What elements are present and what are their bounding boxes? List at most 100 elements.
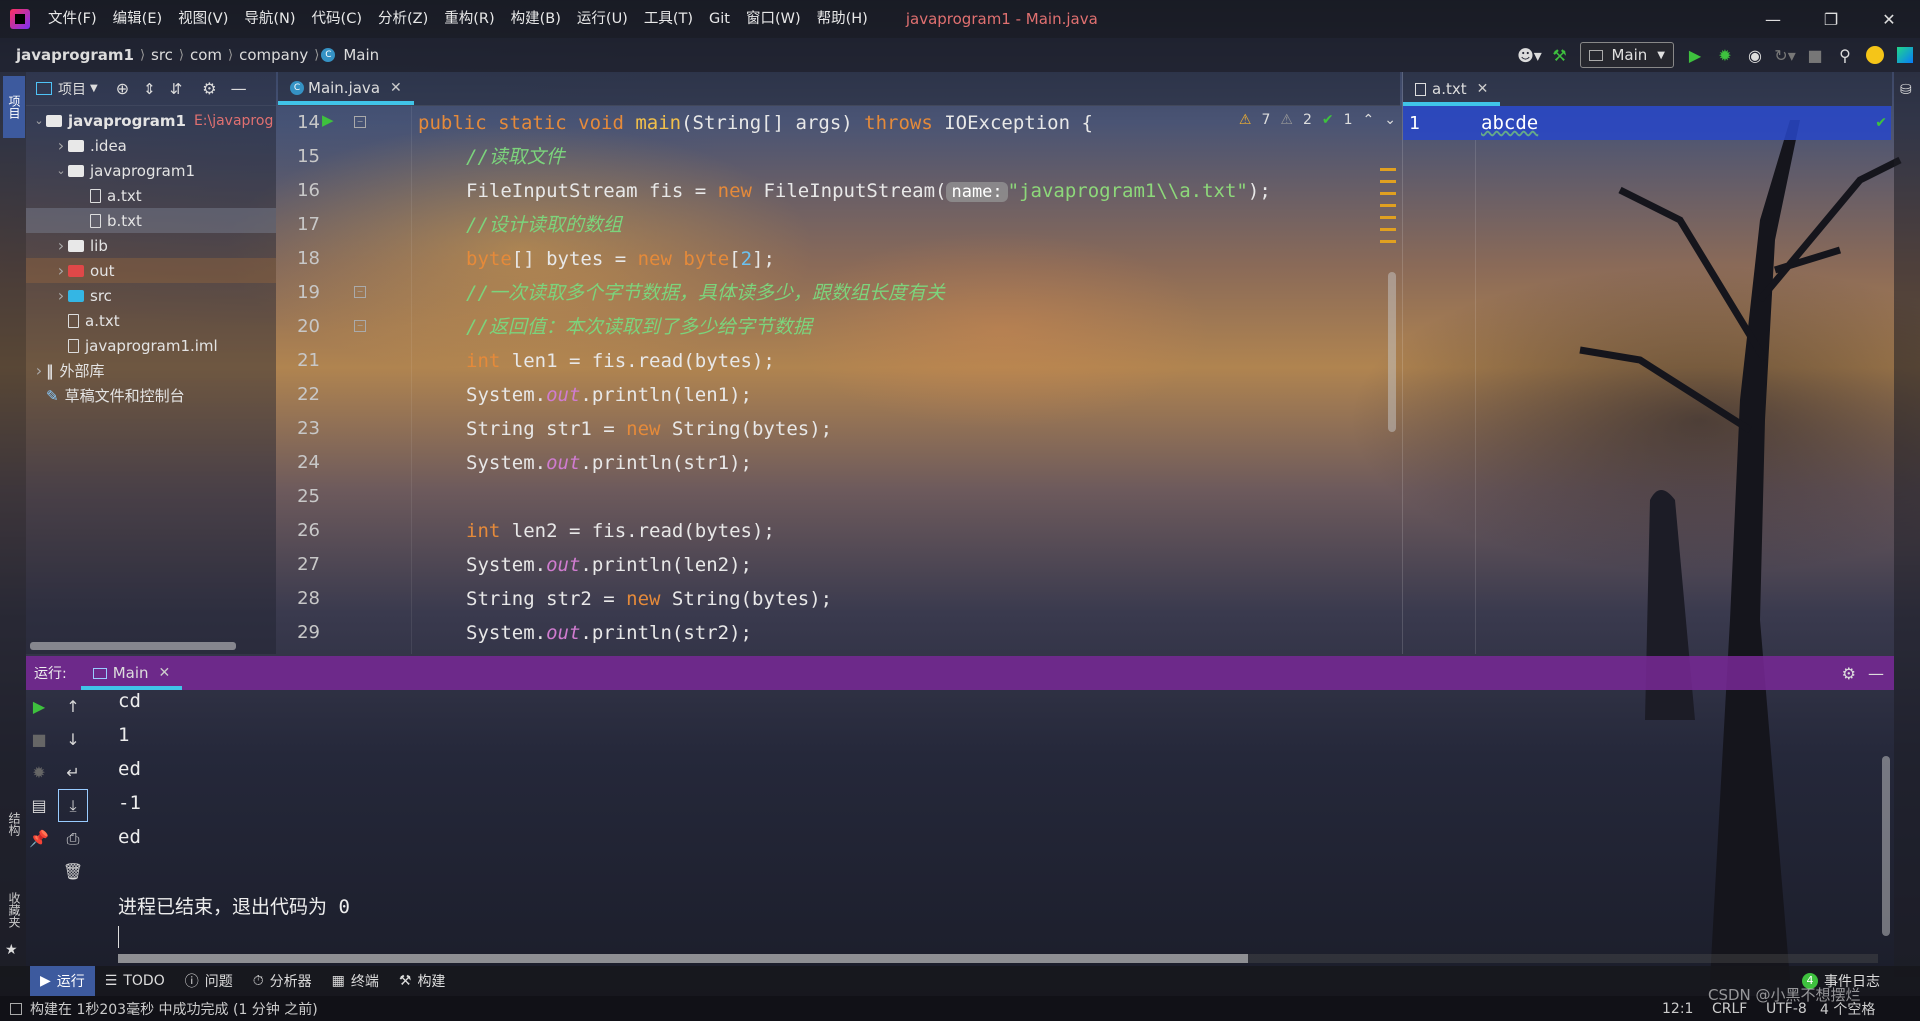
intellij-logo-icon[interactable] — [10, 9, 30, 29]
menu-tools[interactable]: 工具(T) — [636, 0, 701, 38]
console-output[interactable]: cd 1 ed -1 ed 进程已结束，退出代码为 0 — [118, 690, 1878, 950]
favorites-tool-button[interactable]: 收藏夹 — [3, 892, 23, 928]
breadcrumb-project[interactable]: javaprogram1 — [12, 46, 138, 64]
coverage-icon[interactable]: ◉ — [1740, 40, 1770, 70]
run-icon[interactable]: ▶ — [1680, 40, 1710, 70]
tree-horizontal-scrollbar[interactable] — [30, 642, 236, 650]
tree-item[interactable]: ⌄ javaprogram1 — [26, 158, 276, 183]
tree-item[interactable]: › out — [26, 258, 276, 283]
tree-item[interactable]: a.txt — [26, 183, 276, 208]
inspection-widget[interactable]: ⚠ 7 ⚠ 2 ✔ 1 ⌃ ⌄ — [1239, 112, 1396, 128]
close-tab-icon[interactable]: ✕ — [1477, 81, 1489, 97]
toolwindow-todo[interactable]: ☰ TODO — [95, 966, 175, 996]
layout-icon[interactable]: ▤ — [24, 789, 54, 822]
project-tool-button[interactable]: 项目 — [3, 76, 25, 138]
restore-icon[interactable]: ❐ — [1808, 0, 1854, 38]
search-icon[interactable]: ⚲ — [1830, 40, 1860, 70]
toolwindow-problems[interactable]: ⓘ 问题 — [175, 966, 243, 996]
fold-icon[interactable]: − — [354, 320, 366, 332]
chevron-up-icon[interactable]: ⌃ — [1363, 112, 1375, 128]
toolwindow-run[interactable]: ▶ 运行 — [30, 966, 95, 996]
arrow-down-icon[interactable]: ↓ — [58, 723, 88, 756]
chevron-right-icon[interactable]: › — [54, 286, 68, 305]
tree-item[interactable]: › ‖ 外部库 — [26, 358, 276, 383]
tree-item[interactable]: javaprogram1.iml — [26, 333, 276, 358]
menu-window[interactable]: 窗口(W) — [738, 0, 809, 38]
scroll-to-end-icon[interactable]: ⤓ — [58, 789, 88, 822]
tree-item[interactable]: b.txt — [26, 208, 276, 233]
menu-build[interactable]: 构建(B) — [503, 0, 569, 38]
tree-item[interactable]: › .idea — [26, 133, 276, 158]
database-icon[interactable]: ⛁ — [1900, 82, 1912, 98]
layout-toggle-icon[interactable] — [10, 1002, 22, 1015]
profile-icon[interactable]: ↻▾ — [1770, 40, 1800, 70]
console-horizontal-scrollbar[interactable] — [118, 954, 1878, 963]
chevron-right-icon[interactable]: › — [54, 236, 68, 255]
fold-icon[interactable]: − — [354, 286, 366, 298]
toolwindow-profiler[interactable]: ⏱ 分析器 — [243, 966, 322, 996]
menu-file[interactable]: 文件(F) — [40, 0, 105, 38]
hide-icon[interactable]: — — [231, 79, 247, 98]
tab-main-java[interactable]: C Main.java ✕ — [278, 71, 414, 105]
code-area[interactable]: public static void main(String[] args) t… — [418, 106, 1388, 654]
minimize-icon[interactable]: — — [1750, 0, 1796, 38]
stop-icon[interactable]: ■ — [24, 723, 54, 756]
tree-item[interactable]: ✎ 草稿文件和控制台 — [26, 383, 276, 408]
updates-icon[interactable] — [1860, 40, 1890, 70]
run-config-select[interactable]: Main ▼ — [1580, 42, 1674, 68]
close-tab-icon[interactable]: ✕ — [159, 665, 171, 681]
locate-icon[interactable]: ⊕ — [116, 79, 129, 98]
breadcrumb-src[interactable]: src — [147, 46, 177, 64]
console-vertical-scrollbar[interactable] — [1882, 756, 1890, 936]
arrow-up-icon[interactable]: ↑ — [58, 690, 88, 723]
menu-edit[interactable]: 编辑(E) — [105, 0, 170, 38]
scrollbar-thumb[interactable] — [118, 954, 1248, 963]
menu-view[interactable]: 视图(V) — [170, 0, 236, 38]
expand-all-icon[interactable]: ⇕ — [143, 80, 156, 98]
toolwindow-terminal[interactable]: ▦ 终端 — [322, 966, 389, 996]
soft-wrap-icon[interactable]: ↵ — [58, 756, 88, 789]
menu-refactor[interactable]: 重构(R) — [436, 0, 502, 38]
tree-item[interactable]: a.txt — [26, 308, 276, 333]
project-header-title[interactable]: 项目 — [58, 79, 86, 99]
toolwindow-build[interactable]: ⚒ 构建 — [389, 966, 456, 996]
error-stripe-marks[interactable] — [1380, 168, 1396, 248]
run-tab-main[interactable]: Main ✕ — [80, 656, 183, 690]
build-hammer-icon[interactable]: ⚒ — [1544, 40, 1574, 70]
debug-icon[interactable]: ✹ — [1710, 40, 1740, 70]
hide-icon[interactable]: — — [1868, 664, 1884, 683]
status-message[interactable]: 构建在 1秒203毫秒 中成功完成 (1 分钟 之前) — [30, 999, 318, 1019]
tree-item[interactable]: ⌄ javaprogram1 E:\javaprog — [26, 108, 276, 133]
chevron-right-icon[interactable]: › — [54, 261, 68, 280]
tab-a-txt[interactable]: a.txt ✕ — [1403, 72, 1501, 106]
collapse-all-icon[interactable]: ⇵ — [170, 80, 183, 98]
breadcrumb-company[interactable]: company — [235, 46, 312, 64]
rerun-icon[interactable]: ▶ — [24, 690, 54, 723]
close-icon[interactable]: ✕ — [1866, 0, 1912, 38]
pin-icon[interactable]: 📌 — [24, 822, 54, 855]
stop-icon[interactable]: ■ — [1800, 40, 1830, 70]
tree-item[interactable]: › lib — [26, 233, 276, 258]
editor-vertical-scrollbar[interactable] — [1388, 272, 1396, 432]
jetbrains-icon[interactable] — [1890, 40, 1920, 70]
close-tab-icon[interactable]: ✕ — [390, 80, 402, 96]
chevron-down-icon[interactable]: ▼ — [90, 83, 98, 94]
chevron-down-icon[interactable]: ⌄ — [1384, 112, 1396, 128]
debug-icon[interactable]: ✹ — [24, 756, 54, 789]
chevron-down-icon[interactable]: ⌄ — [32, 114, 46, 127]
trash-icon[interactable]: 🗑 — [58, 855, 88, 888]
gear-icon[interactable]: ⚙ — [202, 79, 216, 98]
user-icon[interactable]: ☻▾ — [1514, 40, 1544, 70]
chevron-right-icon[interactable]: › — [54, 136, 68, 155]
current-line[interactable]: 1 abcde ✔ — [1403, 106, 1891, 140]
gear-icon[interactable]: ⚙ — [1842, 664, 1856, 683]
menu-navigate[interactable]: 导航(N) — [236, 0, 303, 38]
menu-help[interactable]: 帮助(H) — [809, 0, 876, 38]
structure-tool-button[interactable]: 结构 — [3, 812, 23, 836]
caret-position[interactable]: 12:1 — [1662, 1001, 1693, 1017]
tree-item[interactable]: › src — [26, 283, 276, 308]
menu-run[interactable]: 运行(U) — [569, 0, 636, 38]
chevron-right-icon[interactable]: › — [32, 361, 46, 380]
chevron-down-icon[interactable]: ⌄ — [54, 164, 68, 177]
fold-icon[interactable]: − — [354, 116, 366, 128]
